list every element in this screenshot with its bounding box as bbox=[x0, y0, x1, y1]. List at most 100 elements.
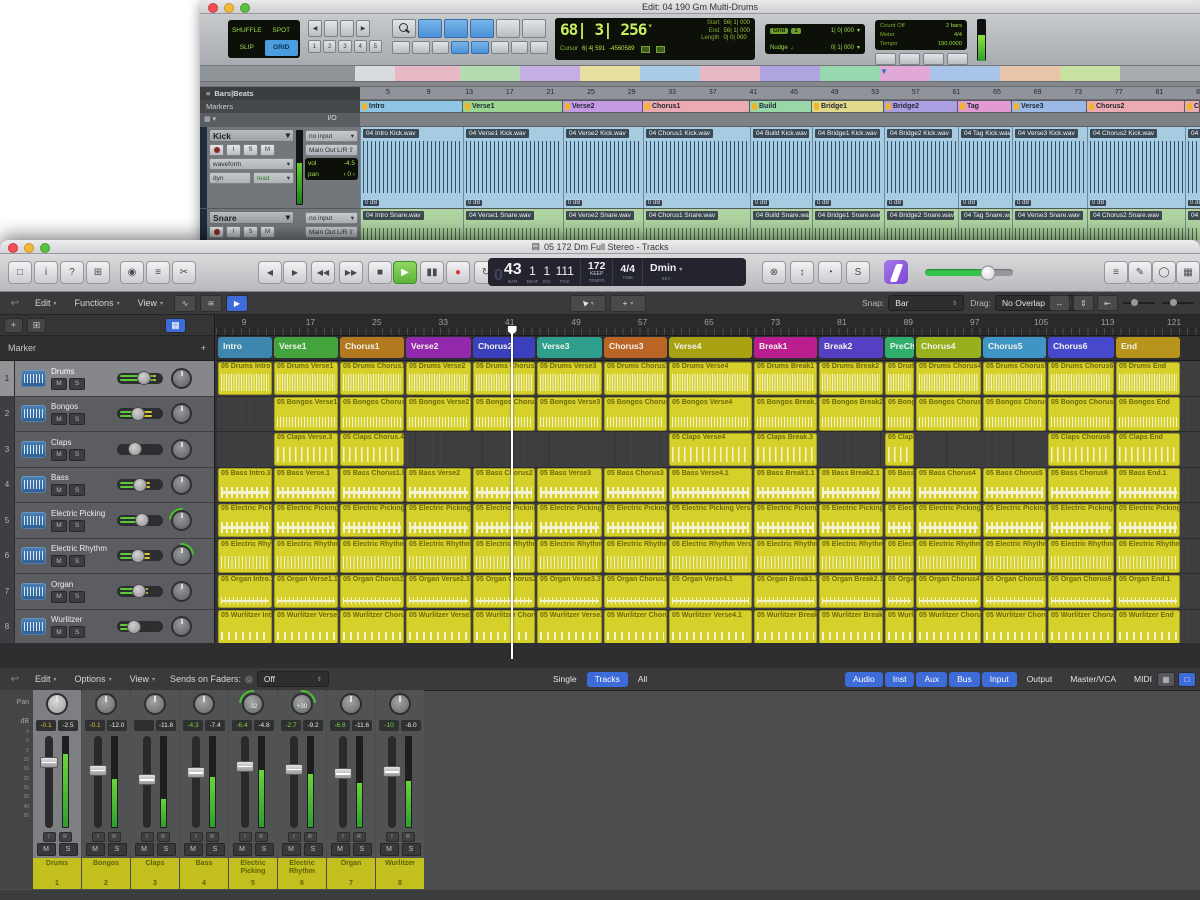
back-icon[interactable]: ↩ bbox=[4, 295, 26, 311]
zoom-preset-4[interactable]: 4 bbox=[354, 40, 367, 53]
mute-button[interactable]: M bbox=[51, 591, 67, 603]
lcd-key[interactable]: Dmin ▾ KEY bbox=[643, 258, 689, 286]
tab-transient-button[interactable] bbox=[392, 41, 410, 54]
region[interactable]: 05 Electric Rhythm Chorus3 bbox=[604, 539, 667, 573]
region[interactable]: 05 Drums Chorus6 bbox=[1048, 362, 1114, 396]
region[interactable]: 05 Claps End bbox=[1116, 433, 1180, 467]
region[interactable]: 05 Bass Chorus6 bbox=[1048, 468, 1114, 502]
region[interactable]: 05 Claps Break.3 bbox=[754, 433, 817, 467]
pencil-tool[interactable] bbox=[522, 19, 546, 38]
logic-titlebar[interactable]: ▤ 05 172 Dm Full Stereo - Tracks bbox=[0, 240, 1200, 254]
region[interactable]: 05 Bongos PreCh bbox=[885, 397, 914, 431]
region[interactable]: 05 Bongos Verse4 bbox=[669, 397, 752, 431]
solo-button[interactable]: S bbox=[243, 144, 258, 156]
mute-button[interactable]: M bbox=[233, 843, 252, 856]
pause-button[interactable]: ▮▮ bbox=[420, 261, 444, 284]
main-counter[interactable]: 68| 3| 256 ▾ Start56| 1| 000End56| 1| 00… bbox=[555, 18, 755, 60]
region[interactable]: 05 Electric Rhythm Chorus2 bbox=[473, 539, 535, 573]
quick-help-icon[interactable]: ? bbox=[60, 261, 84, 284]
filter-aux-button[interactable]: Aux bbox=[916, 672, 947, 687]
pan-knob[interactable] bbox=[95, 693, 117, 715]
view-all-button[interactable]: All bbox=[630, 672, 655, 687]
section-marker-chorus3[interactable]: Chorus3 bbox=[604, 337, 667, 358]
automation-mode-select[interactable]: read▾ bbox=[253, 172, 295, 184]
track-header-organ[interactable]: 7OrganMS bbox=[0, 574, 214, 610]
sends-mode-select[interactable]: Off⇕ bbox=[257, 671, 329, 687]
ruler-menu-icon[interactable]: ≡ bbox=[206, 89, 210, 98]
region[interactable]: 05 Bongos Verse2 bbox=[406, 397, 471, 431]
region[interactable]: 05 Organ Break1.1 bbox=[754, 575, 817, 609]
output-select[interactable]: Main Out L/R⇧ bbox=[305, 226, 358, 238]
pan-knob[interactable] bbox=[171, 403, 192, 424]
volume-slider[interactable] bbox=[117, 586, 163, 597]
volume-knob[interactable] bbox=[128, 442, 142, 456]
audio-region[interactable]: 04 Bridge1 Snare.wav bbox=[812, 209, 884, 240]
region[interactable]: 05 Bass End.1 bbox=[1116, 468, 1180, 502]
tempo-row[interactable]: Tempo190.0000 bbox=[880, 41, 962, 47]
filter-input-button[interactable]: Input bbox=[982, 672, 1017, 687]
fader-cap[interactable] bbox=[138, 774, 156, 785]
go-to-end-button[interactable]: ▶ bbox=[283, 261, 307, 284]
pan-knob[interactable] bbox=[46, 693, 68, 715]
solo-button[interactable]: S bbox=[255, 843, 274, 856]
audio-region[interactable]: 04 Verse3 Kick.wav0 dB bbox=[1012, 127, 1087, 208]
region[interactable]: 05 Bass Verse.1 bbox=[274, 468, 338, 502]
scrubber-tool[interactable] bbox=[496, 19, 520, 38]
pan-knob[interactable]: -32 bbox=[242, 693, 264, 715]
play-button[interactable]: ▶ bbox=[393, 261, 417, 284]
marker-build[interactable]: Build bbox=[750, 101, 811, 112]
audio-region[interactable]: 04 Build Kick.wav0 dB bbox=[750, 127, 812, 208]
counter-caret-icon[interactable]: ▾ bbox=[648, 22, 652, 30]
record-enable-button[interactable]: R bbox=[304, 832, 317, 842]
solo-button[interactable]: S bbox=[206, 843, 225, 856]
region[interactable]: 05 Drums Chorus5 bbox=[983, 362, 1046, 396]
waveform-zoom-icon[interactable] bbox=[324, 20, 338, 37]
note-pads-icon[interactable]: ✎ bbox=[1128, 261, 1152, 284]
metronome-button[interactable] bbox=[875, 53, 896, 65]
input-monitor-button[interactable]: I bbox=[226, 144, 241, 156]
output-select[interactable]: Main Out L/R⇧ bbox=[305, 144, 358, 156]
region[interactable]: 05 Organ Break2.1 bbox=[819, 575, 883, 609]
pan-knob[interactable] bbox=[171, 616, 192, 637]
marker-bridge1[interactable]: Bridge1 bbox=[812, 101, 883, 112]
track-header-wurlitzer[interactable]: 8WurlitzerMS bbox=[0, 610, 214, 646]
apple-loops-icon[interactable]: ◯ bbox=[1152, 261, 1176, 284]
zoom-preset-2[interactable]: 2 bbox=[323, 40, 336, 53]
solo-button[interactable]: S bbox=[353, 843, 372, 856]
region[interactable]: 05 Bass Break2.1 bbox=[819, 468, 883, 502]
lcd-display[interactable]: 0 43BAR 1BEAT 1DIV 111TICK 172 KEEP TEMP… bbox=[488, 258, 746, 286]
region[interactable]: 05 Drums Chorus4 bbox=[916, 362, 981, 396]
solo-button[interactable]: S bbox=[69, 413, 85, 425]
audio-region[interactable]: 04 Chorus1 Kick.wav0 dB bbox=[643, 127, 750, 208]
punch-in-out-icon[interactable]: ↕ bbox=[790, 261, 814, 284]
mute-button[interactable]: M bbox=[135, 843, 154, 856]
region[interactable]: 05 Electric Picking Verse3 bbox=[537, 504, 602, 538]
mixer-channel-electric-picking[interactable]: -32-6.4-4.8IRMSElectric Picking5 bbox=[229, 690, 277, 889]
list-editors-icon[interactable]: ≡ bbox=[1104, 261, 1128, 284]
track-header-bongos[interactable]: 2BongosMS bbox=[0, 397, 214, 433]
region[interactable]: 05 Electric Picking Break1 bbox=[754, 504, 817, 538]
playhead[interactable] bbox=[511, 327, 513, 659]
marker-chorus2[interactable]: Chorus2 bbox=[1087, 101, 1184, 112]
zoom-button[interactable] bbox=[40, 243, 50, 253]
region[interactable]: 05 Bass Break1.1 bbox=[754, 468, 817, 502]
trim-tool[interactable] bbox=[418, 19, 442, 38]
narrow-strips-icon[interactable]: ▦ bbox=[1157, 672, 1175, 687]
track-view-select[interactable]: waveform▾ bbox=[209, 158, 294, 170]
vertical-zoom-slider[interactable] bbox=[1121, 296, 1157, 310]
audio-region[interactable]: 04 Chorus2 Snare.wav bbox=[1087, 209, 1185, 240]
close-button[interactable] bbox=[8, 243, 18, 253]
mute-button[interactable]: M bbox=[260, 144, 275, 156]
grabber-tool[interactable] bbox=[470, 19, 494, 38]
markers-header[interactable]: Markers bbox=[200, 100, 360, 113]
region[interactable]: 05 Bongos Chorus5 bbox=[983, 397, 1046, 431]
tempo-resolution-button[interactable] bbox=[947, 53, 968, 65]
master-volume-slider[interactable] bbox=[925, 269, 1013, 276]
filter-inst-button[interactable]: Inst bbox=[885, 672, 915, 687]
region[interactable]: 05 Organ Verse3.3 bbox=[537, 575, 602, 609]
forward-button[interactable]: ▶▶ bbox=[339, 261, 363, 284]
input-monitor-button[interactable]: I bbox=[288, 832, 301, 842]
fit-zoom-icon[interactable]: ⇤ bbox=[1097, 295, 1118, 311]
region[interactable]: 05 Organ Intro.1 bbox=[218, 575, 272, 609]
audio-region[interactable]: 04 Verse1 Snare.wav bbox=[463, 209, 563, 240]
